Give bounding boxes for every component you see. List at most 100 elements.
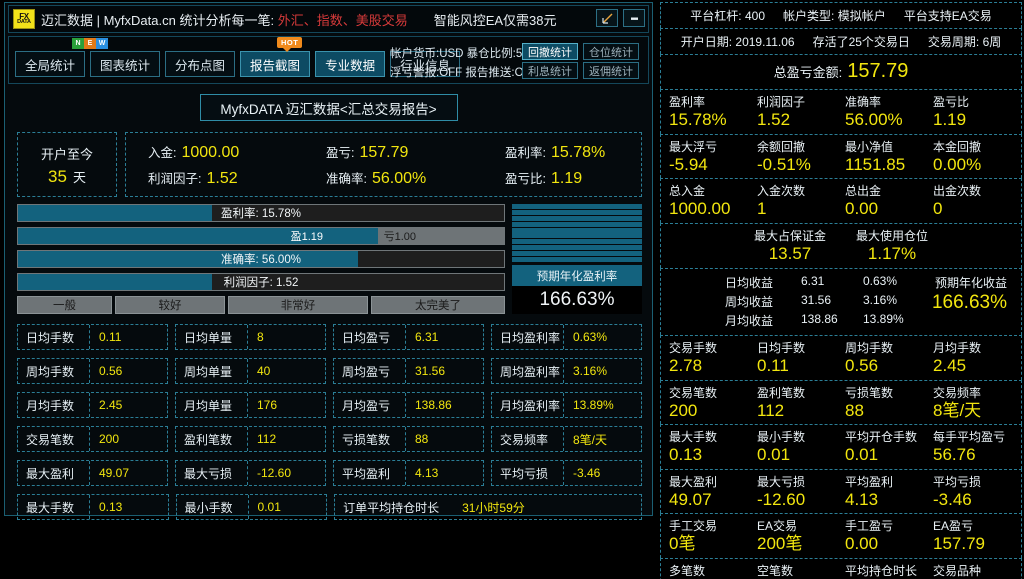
open-date-line: 开户日期: 2019.11.06 存活了25个交易日 交易周期: 6周 — [661, 29, 1021, 54]
filler-bar — [17, 528, 642, 548]
yield-label: 月均收益 — [724, 314, 773, 329]
rating-very-good: 非常好 — [228, 296, 368, 314]
resize-button[interactable] — [596, 9, 618, 27]
summary-row-2: 利润因子: 1.52 准确率: 56.00% 盈亏比: 1.19 — [126, 165, 641, 191]
btn-rebate-stats[interactable]: 返佣统计 — [583, 62, 639, 79]
toolbar: 全局统计 图表统计 分布点图 报告截图 专业数据 行业信息 N E W HOT … — [8, 36, 649, 84]
metric-manual-pl: 手工盈亏 0.00 — [845, 517, 933, 554]
btn-drawdown-stats[interactable]: 回撤统计 — [522, 43, 578, 60]
btn-position-stats[interactable]: 仓位统计 — [583, 43, 639, 60]
stat-daily-pl: 日均盈亏 6.31 — [333, 324, 484, 350]
new-badge-e: E — [84, 38, 96, 49]
metric-value: 2.45 — [933, 356, 967, 376]
metric-value: 0.01 — [757, 445, 791, 465]
account-meta-line1: 帐户货币:USD 暴仓比例:50% — [390, 48, 539, 60]
deposit-row: 总入金 1000.00 入金次数 1 总出金 0.00 出金次数 0 — [661, 179, 1021, 223]
stat-value: 176 — [257, 398, 278, 412]
metric-label: EA交易 — [757, 519, 798, 534]
stat-trade-frequency: 交易频率 8笔/天 — [491, 426, 642, 452]
stat-value: 0.63% — [573, 330, 608, 344]
platform-line: 平台杠杆: 400 帐户类型: 模拟帐户 平台支持EA交易 — [661, 3, 1021, 28]
btn-interest-stats[interactable]: 利息统计 — [522, 62, 578, 79]
metric-label: 余额回撤 — [757, 139, 806, 154]
metric-max-position-usage: 最大使用仓位 1.17% — [856, 227, 928, 264]
summary-profit-rate-label: 盈利率: — [505, 146, 546, 160]
metric-total-deposit: 总入金 1000.00 — [669, 182, 757, 219]
bars-column: 盈利率: 15.78% 盈1.19 亏1.00 准确率: 56.00% 利润因子… — [17, 204, 505, 314]
bar-profit-factor: 利润因子: 1.52 — [17, 273, 505, 291]
metric-value: 0.00 — [845, 534, 879, 554]
stat-value: 49.07 — [99, 466, 130, 480]
tab-professional-data[interactable]: 专业数据 — [315, 51, 386, 77]
summary-pl-value: 157.79 — [359, 144, 409, 161]
metric-value: 0笔 — [669, 534, 696, 554]
metric-value: 88 — [845, 400, 864, 420]
yield-pct: 13.89% — [863, 312, 904, 327]
metric-label: 最大手数 — [669, 430, 718, 445]
tab-global-stats[interactable]: 全局统计 — [15, 51, 86, 77]
metric-value: 8笔/天 — [933, 400, 982, 420]
metric-value: 112 — [757, 400, 785, 420]
stat-label: 周均盈利率 — [492, 359, 564, 383]
metric-value: 56.76 — [933, 445, 976, 465]
metric-value: 0.56 — [845, 356, 879, 376]
lotsize-box: 最大手数 0.13 最小手数 0.01 平均开仓手数 0.01 每手平均盈亏 56.76 — [660, 424, 1022, 469]
stat-value: 8笔/天 — [573, 432, 608, 447]
resize-icon — [601, 12, 614, 25]
yield-label: 日均收益 — [724, 276, 773, 291]
summary-section: 开户至今 35 天 入金: 1000.00 盈亏: 157.79 盈利率: 15.… — [17, 132, 642, 197]
bar-profit-rate-text: 盈利率: 15.78% — [221, 208, 301, 220]
stat-loss-count: 亏损笔数 88 — [333, 426, 484, 452]
stat-value: 200 — [99, 432, 120, 446]
metric-value: 0.00% — [933, 154, 982, 174]
stat-value: -12.60 — [257, 466, 292, 480]
bar-accuracy-text: 准确率: 56.00% — [221, 254, 301, 266]
metric-value: 157.79 — [933, 534, 985, 554]
metric-balance-drawdown: 余额回撤 -0.51% — [757, 138, 845, 175]
open-date-label: 开户日期: — [680, 35, 733, 49]
annual-yield-value: 166.63% — [931, 292, 1007, 314]
metric-value: -5.94 — [669, 154, 708, 174]
stat-value: 13.89% — [573, 398, 614, 412]
minimize-button[interactable] — [623, 9, 645, 27]
stat-label: 周均盈亏 — [334, 359, 406, 383]
yield-pct: 0.63% — [863, 274, 898, 289]
annual-yield-label: 预期年化收益 — [934, 276, 1007, 291]
trade-period: 交易周期: 6周 — [928, 33, 1001, 50]
metric-total-withdrawal: 总出金 0.00 — [845, 182, 933, 219]
stat-value: 0.56 — [99, 364, 123, 378]
tab-report-screenshot[interactable]: 报告截图 — [240, 51, 311, 77]
metric-avg-hold-time: 平均持仓时长31小时59分 — [845, 562, 934, 579]
survival-days: 存活了25个交易日 — [812, 35, 910, 49]
stat-label: 月均盈利率 — [492, 393, 564, 417]
metric-profit-factor: 利润因子 1.52 — [757, 93, 845, 130]
stat-label: 周均手数 — [18, 359, 90, 383]
stat-label: 交易笔数 — [18, 427, 90, 451]
metric-value: 1 — [757, 199, 767, 219]
tab-distribution-plot[interactable]: 分布点图 — [165, 51, 236, 77]
tab-chart-stats[interactable]: 图表统计 — [90, 51, 161, 77]
lots-row: 交易手数 2.78 日均手数 0.11 周均手数 0.56 月均手数 2.45 — [661, 336, 1021, 380]
metric-value: 200 — [669, 400, 698, 420]
total-pl-value: 157.79 — [847, 60, 909, 82]
stat-avg-profit: 平均盈利 4.13 — [333, 460, 484, 486]
bar-pl-ratio-win-label: 盈1.19 — [290, 231, 324, 243]
metric-ea-pl: EA盈亏 157.79 — [933, 517, 1021, 554]
account-age-value-row: 35 天 — [48, 167, 86, 187]
metric-label: 周均手数 — [845, 341, 894, 356]
account-age-label: 开户至今 — [40, 146, 93, 162]
metric-label: 最大占保证金 — [753, 228, 826, 243]
stat-value: 88 — [415, 432, 429, 446]
new-badge: N E W — [72, 38, 108, 49]
lotsize-row: 最大手数 0.13 最小手数 0.01 平均开仓手数 0.01 每手平均盈亏 56.76 — [661, 425, 1021, 469]
direction-row: 多笔数107笔 空笔数93笔 平均持仓时长31小时59分 交易品种11 — [661, 559, 1021, 579]
yield-amount: 6.31 — [801, 274, 825, 289]
table-row: 周均手数 0.56 周均单量 40 周均盈亏 31.56 周均盈利率 3.16% — [17, 358, 642, 384]
metric-label: 交易频率 — [933, 385, 982, 400]
metric-daily-lots: 日均手数 0.11 — [757, 339, 845, 376]
metric-max-floating-loss: 最大浮亏 -5.94 — [669, 138, 757, 175]
metric-total-lots: 交易手数 2.78 — [669, 339, 757, 376]
counts-row: 交易笔数 200 盈利笔数 112 亏损笔数 88 交易频率 8笔/天 — [661, 381, 1021, 425]
drawdown-row: 最大浮亏 -5.94 余额回撤 -0.51% 最小净值 1151.85 本金回撤 0.0… — [661, 135, 1021, 179]
counts-box: 交易笔数 200 盈利笔数 112 亏损笔数 88 交易频率 8笔/天 — [660, 379, 1022, 425]
